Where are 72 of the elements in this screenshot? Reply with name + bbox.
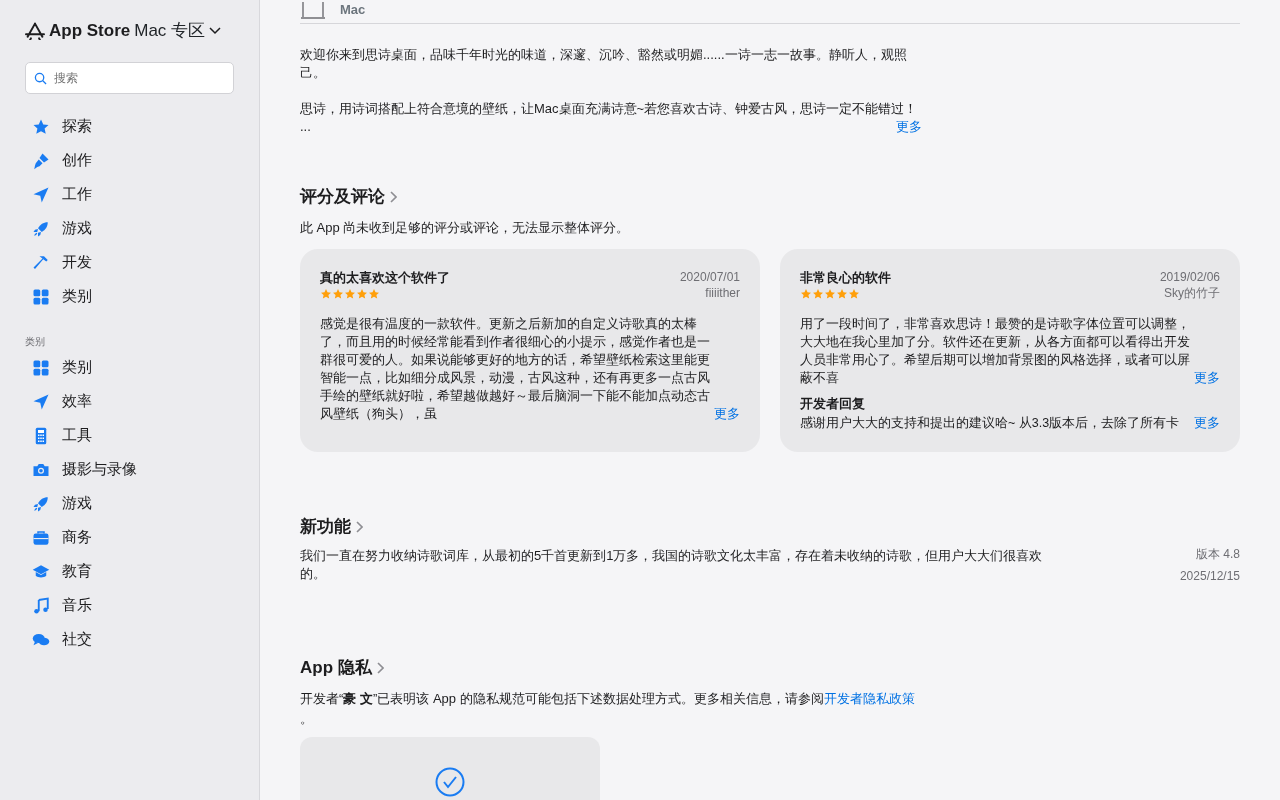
star-icon [320,287,332,300]
review-title: 非常良心的软件 [800,270,891,287]
sidebar-item[interactable]: 效率 [25,384,234,419]
star-icon [824,287,836,300]
sidebar-item[interactable]: 教育 [25,554,234,589]
privacy-text: 开发者“豪 文”已表明该 App 的隐私规范可能包括下述数据处理方式。更多相关信息，请参阅开发者隐私政策 。 [300,689,916,728]
sidebar-item[interactable]: 音乐 [25,588,234,623]
grid-icon [32,287,50,306]
sidebar-item[interactable]: 摄影与录像 [25,452,234,487]
search-field[interactable]: 搜索 [25,61,234,94]
laptop-icon [300,0,326,20]
chevron-right-icon [389,190,397,203]
briefcase-icon [32,528,50,547]
sidebar-item[interactable]: 工具 [25,418,234,453]
chevron-down-icon [209,26,222,35]
version-label: 版本 4.8 [1195,546,1240,564]
region-dropdown[interactable]: Mac 专区 [134,18,222,44]
sidebar-item[interactable]: 游戏 [25,211,234,246]
rocket-icon [32,494,50,513]
paper-plane-icon [32,392,50,411]
more-link[interactable]: 更多 [714,405,740,423]
description-text: 欢迎你来到思诗桌面，品味千年时光的味道，深邃、沉吟、豁然或明媚......一诗一志一故事。静听人，观照己。 [300,46,908,82]
sidebar-item[interactable]: 商务 [25,520,234,555]
more-link[interactable]: 更多 [896,118,922,136]
review-date: 2020/07/01 [679,269,740,285]
review-title: 真的太喜欢这个软件了 [320,270,450,287]
rocket-icon [32,219,50,238]
privacy-policy-link[interactable]: 开发者隐私政策 [823,690,915,706]
section-title-link[interactable]: 新功能 [300,513,363,540]
whats-new-text: 我们一直在努力收纳诗歌词库，从最初的5千首更新到1万多，我国的诗歌文化太丰富，存在着未收纳的诗歌，但用户大大们很喜欢的。 [300,547,1044,584]
star-icon [836,287,848,300]
rating-note: 此 App 尚未收到足够的评分或评论，无法显示整体评分。 [300,218,631,237]
sidebar-item[interactable]: 创作 [25,143,234,178]
brand-name: App Store [49,20,131,42]
star-icon [848,287,860,300]
app-store-logo-icon [25,21,45,40]
star-icon [356,287,368,300]
section-title-link[interactable]: 评分及评论 [300,184,397,210]
review-date: 2019/02/06 [1159,269,1220,285]
review-text: 用了一段时间了，非常喜欢思诗！最赞的是诗歌字体位置可以调整，大大地在我心里加了分。软件还在更新，从各方面都可以看得出开发人员非常用心了。希望后期可以增加背景图的风格选择，或者可以屏蔽不喜 [800,316,1191,387]
release-date: 2025/12/15 [1179,568,1240,586]
star-icon [800,287,812,300]
section-heading: 类别 [25,334,46,349]
review-text: 感觉是很有温度的一款软件。更新之后新加的自定义诗歌真的太棒了，而且用的时候经常能看到作者很细心的小提示，感觉作者也是一群很可爱的人。如果说能够更好的地方的话，希望壁纸检索这里能更智能一点，比如细分成风景，动漫，古风这种，还有再更多一点古风手绘的壁纸就好啦，希望越做越好～最后脑洞一下能不能加点动态古风壁纸（狗头），虽 [320,316,711,423]
grid-icon [32,358,50,377]
sidebar-item[interactable]: 工作 [25,177,234,212]
review-author: fiiiither [704,285,740,301]
more-link[interactable]: 更多 [1194,369,1220,387]
sidebar-item[interactable]: 类别 [25,279,234,314]
device-label: Mac [340,1,366,19]
sidebar-item[interactable]: 社交 [25,622,234,657]
reply-text: 感谢用户大大的支持和提出的建议哈~ 从3.3版本后，去除了所有卡 [800,414,1181,432]
checkmark-circle-icon [435,766,465,797]
review-author: Sky的竹子 [1163,285,1220,301]
sidebar-item[interactable]: 开发 [25,245,234,280]
music-notes-icon [32,596,50,615]
paper-plane-icon [32,185,50,204]
star-icon [368,287,380,300]
chevron-right-icon [375,662,384,674]
developer-reply-title: 开发者回复 [800,396,866,413]
star-icon [812,287,824,300]
ellipsis-text: ... [300,118,311,136]
star-icon [332,287,344,300]
chevron-right-icon [355,520,363,533]
sidebar-item[interactable]: 探索 [25,109,234,144]
description-text: 思诗，用诗词搭配上符合意境的壁纸，让Mac桌面充满诗意~若您喜欢古诗、钟爱古风，思诗一定不能错过！ [300,100,919,118]
star-icon [344,287,356,300]
more-link[interactable]: 更多 [1194,413,1220,432]
paintbrush-icon [32,151,50,170]
sidebar-item[interactable]: 类别 [25,350,234,385]
section-title-link[interactable]: App 隐私 [300,655,384,681]
sidebar-item[interactable]: 游戏 [25,486,234,521]
